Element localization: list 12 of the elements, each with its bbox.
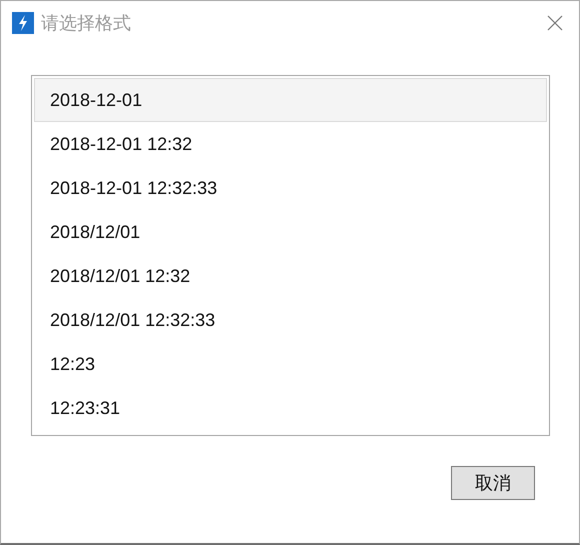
window-title: 请选择格式 <box>41 12 132 35</box>
format-item[interactable]: 12:23 <box>34 342 547 386</box>
format-item[interactable]: 2018-12-01 12:32:33 <box>34 166 547 210</box>
format-item[interactable]: 2018-12-01 <box>34 78 547 122</box>
format-item[interactable]: 2018-12-01 12:32 <box>34 122 547 166</box>
cancel-button[interactable]: 取消 <box>451 466 535 500</box>
close-icon[interactable] <box>547 15 563 31</box>
format-item[interactable]: 12:23:31 <box>34 386 547 430</box>
format-item[interactable]: 2018/12/01 <box>34 210 547 254</box>
format-item[interactable]: 2018/12/01 12:32 <box>34 254 547 298</box>
lightning-icon <box>12 12 34 34</box>
format-item[interactable]: 2018/12/01 12:32:33 <box>34 298 547 342</box>
